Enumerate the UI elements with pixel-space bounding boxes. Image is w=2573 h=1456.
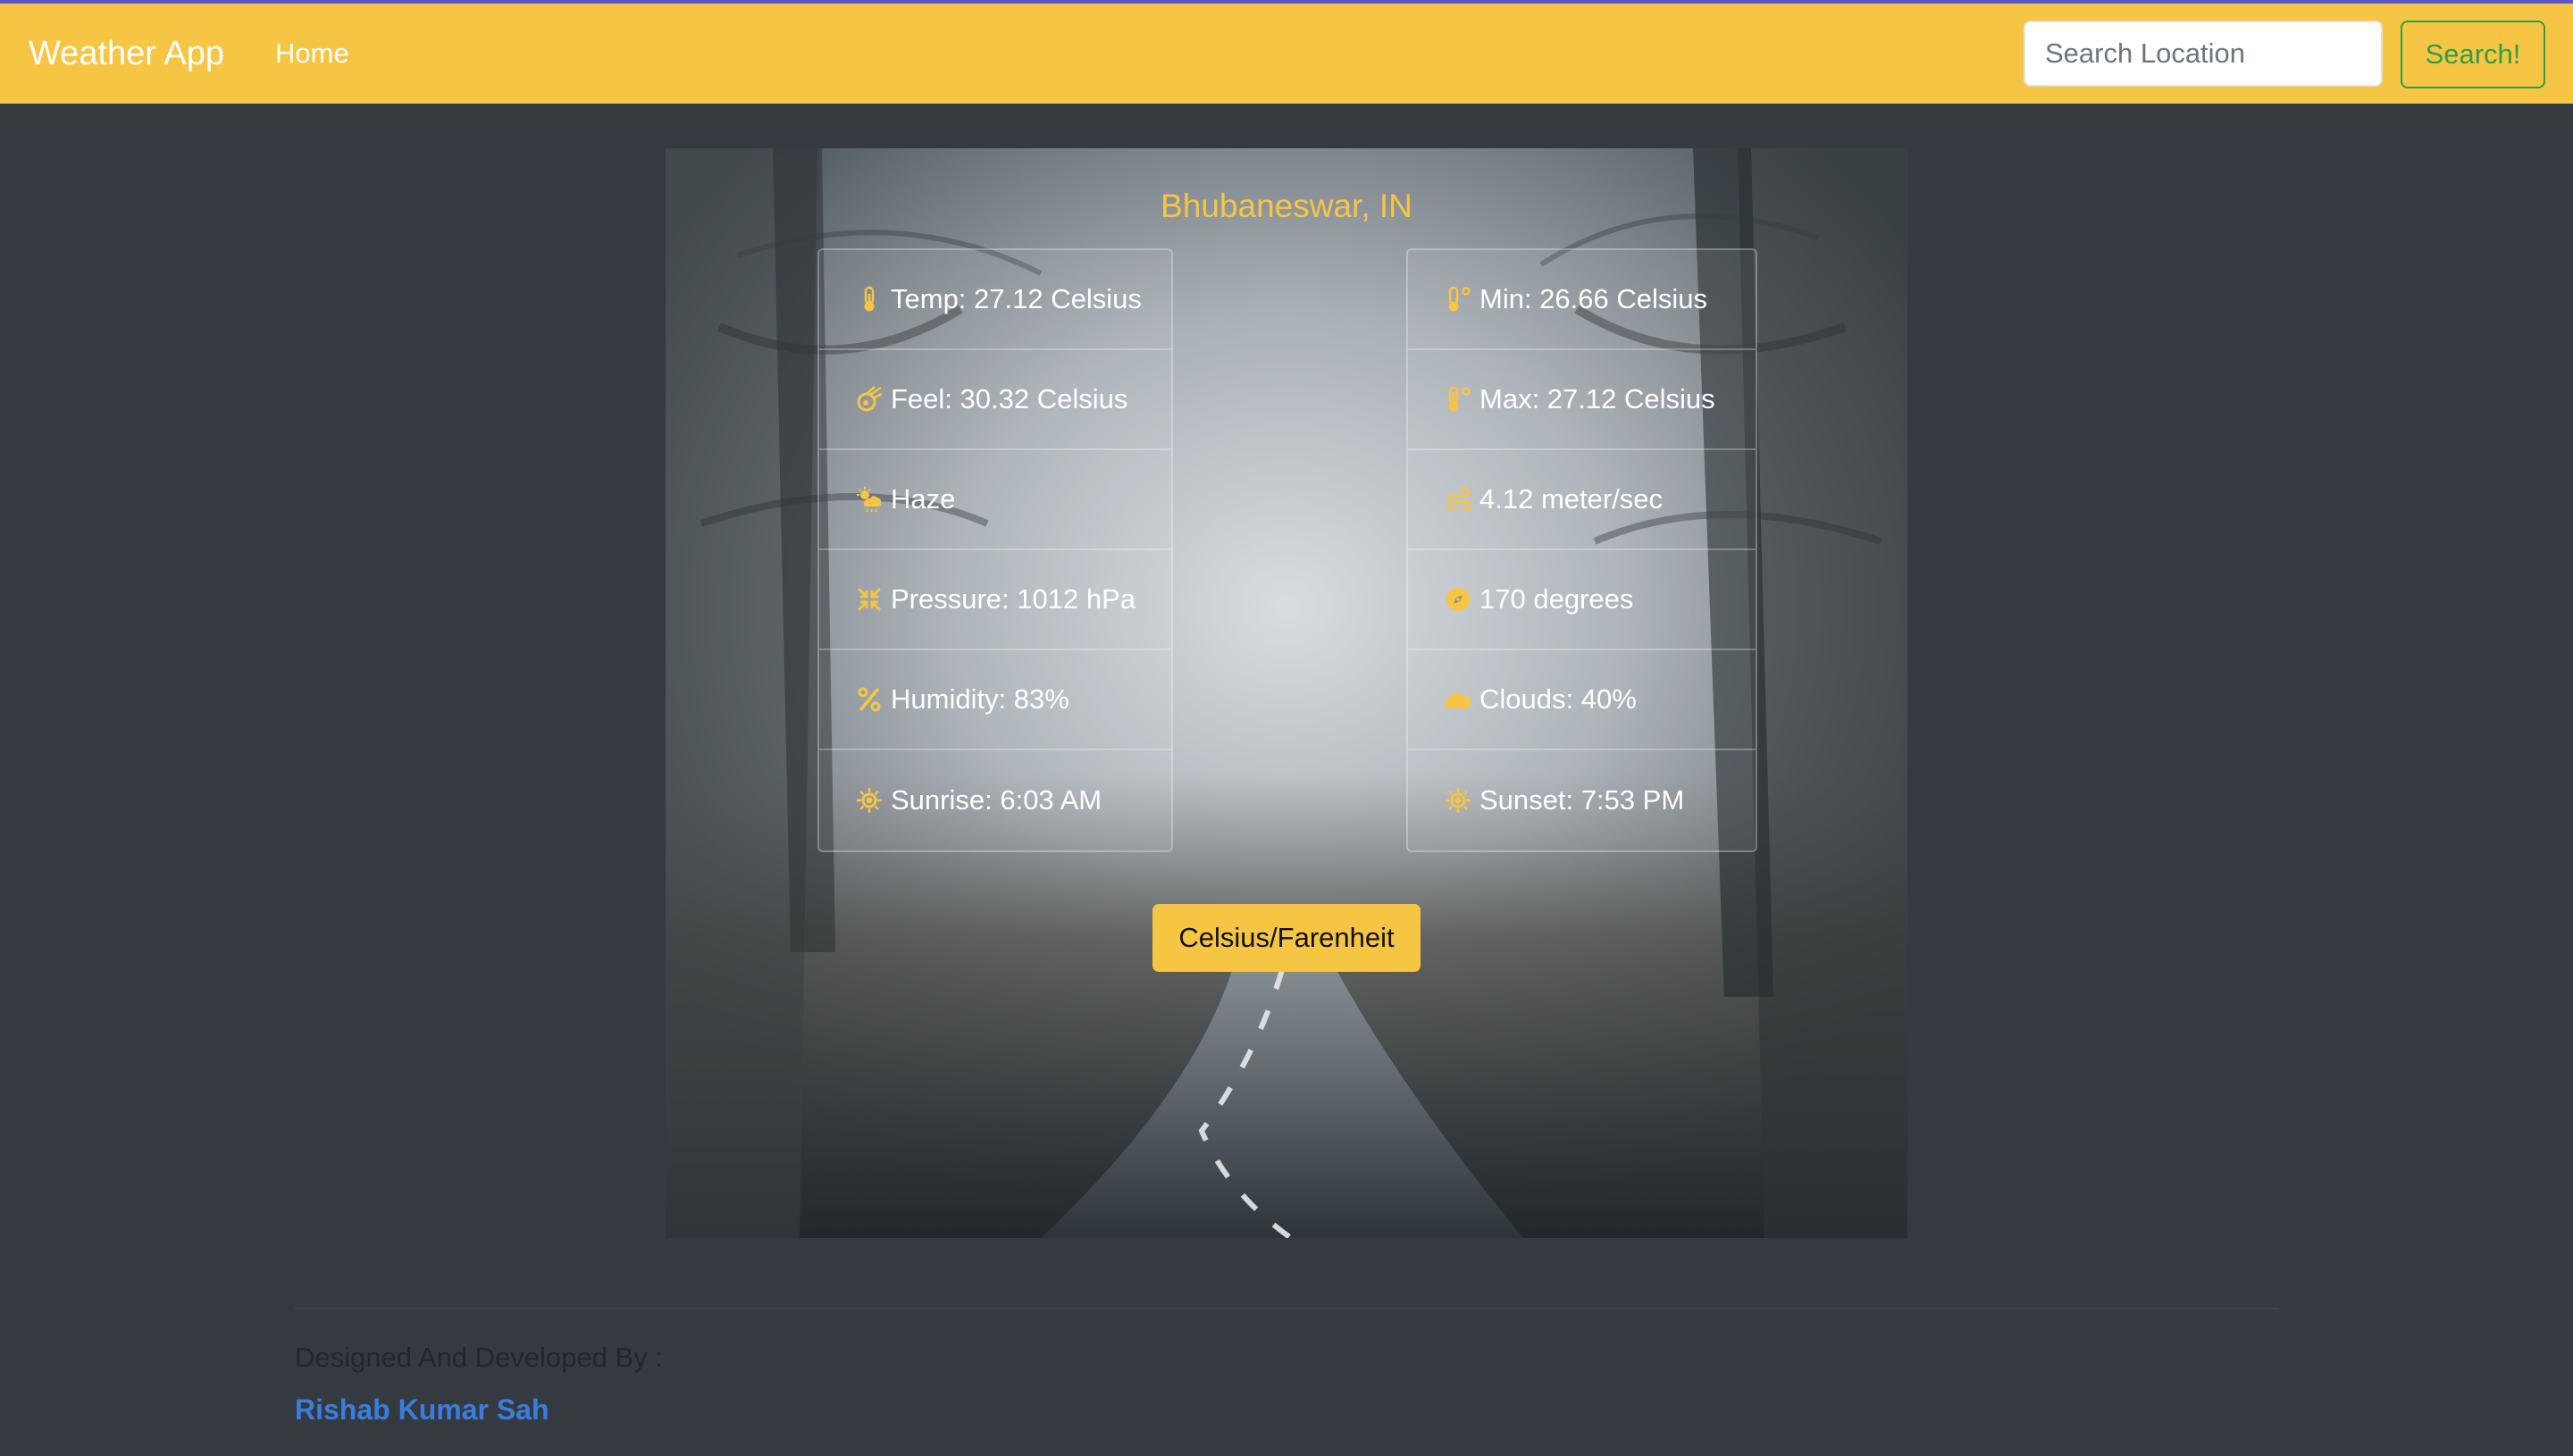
compress-icon (853, 583, 885, 615)
temperature-low-icon (1442, 283, 1474, 315)
sun-icon (853, 784, 885, 816)
meteor-icon (853, 383, 885, 415)
author-link[interactable]: Rishab Kumar Sah (295, 1392, 549, 1427)
sunrise-text: Sunrise: 6:03 AM (891, 784, 1102, 816)
min-temp-row: Min: 26.66 Celsius (1408, 250, 1756, 350)
footer-credit-label: Designed And Developed By : (295, 1342, 663, 1373)
weather-card: Bhubaneswar, IN Temp: 27.12 Celsius Feel… (666, 148, 1907, 1238)
condition-row: Haze (819, 450, 1171, 550)
feel-row: Feel: 30.32 Celsius (819, 350, 1171, 450)
clouds-row: Clouds: 40% (1408, 650, 1756, 750)
weather-left-column: Temp: 27.12 Celsius Feel: 30.32 Celsius … (817, 248, 1173, 852)
percent-icon (853, 683, 885, 715)
cloud-icon (1442, 683, 1474, 715)
location-title: Bhubaneswar, IN (1161, 188, 1412, 224)
max-temp-text: Max: 27.12 Celsius (1479, 383, 1715, 414)
wind-direction-text: 170 degrees (1479, 583, 1634, 615)
nav-home-link[interactable]: Home (275, 36, 349, 71)
search-input[interactable] (2024, 21, 2383, 87)
wind-speed-text: 4.12 meter/sec (1479, 483, 1664, 515)
brand-logo[interactable]: Weather App (29, 32, 224, 75)
feel-text: Feel: 30.32 Celsius (891, 383, 1128, 414)
navbar: Weather App Home Search! (0, 4, 2573, 104)
search-button[interactable]: Search! (2401, 21, 2545, 88)
thermometer-icon (853, 283, 885, 315)
sunrise-row: Sunrise: 6:03 AM (819, 750, 1171, 850)
weather-right-column: Min: 26.66 Celsius Max: 27.12 Celsius 4.… (1406, 248, 1757, 852)
sunset-text: Sunset: 7:53 PM (1479, 784, 1685, 816)
clouds-text: Clouds: 40% (1479, 683, 1637, 715)
cloud-sun-rain-icon (853, 483, 885, 515)
temp-row: Temp: 27.12 Celsius (819, 250, 1171, 350)
sun-icon (1442, 784, 1474, 816)
condition-text: Haze (891, 483, 956, 515)
wind-icon (1442, 483, 1474, 515)
pressure-text: Pressure: 1012 hPa (891, 583, 1136, 615)
min-temp-text: Min: 26.66 Celsius (1479, 283, 1708, 314)
temp-text: Temp: 27.12 Celsius (891, 283, 1142, 314)
pressure-row: Pressure: 1012 hPa (819, 550, 1171, 650)
wind-direction-row: 170 degrees (1408, 550, 1756, 650)
unit-toggle-button[interactable]: Celsius/Farenheit (1152, 904, 1421, 972)
footer-divider (295, 1308, 2278, 1310)
humidity-text: Humidity: 83% (891, 683, 1069, 715)
compass-icon (1442, 583, 1474, 615)
wind-speed-row: 4.12 meter/sec (1408, 450, 1756, 550)
sunset-row: Sunset: 7:53 PM (1408, 750, 1756, 850)
temperature-high-icon (1442, 383, 1474, 415)
max-temp-row: Max: 27.12 Celsius (1408, 350, 1756, 450)
humidity-row: Humidity: 83% (819, 650, 1171, 750)
